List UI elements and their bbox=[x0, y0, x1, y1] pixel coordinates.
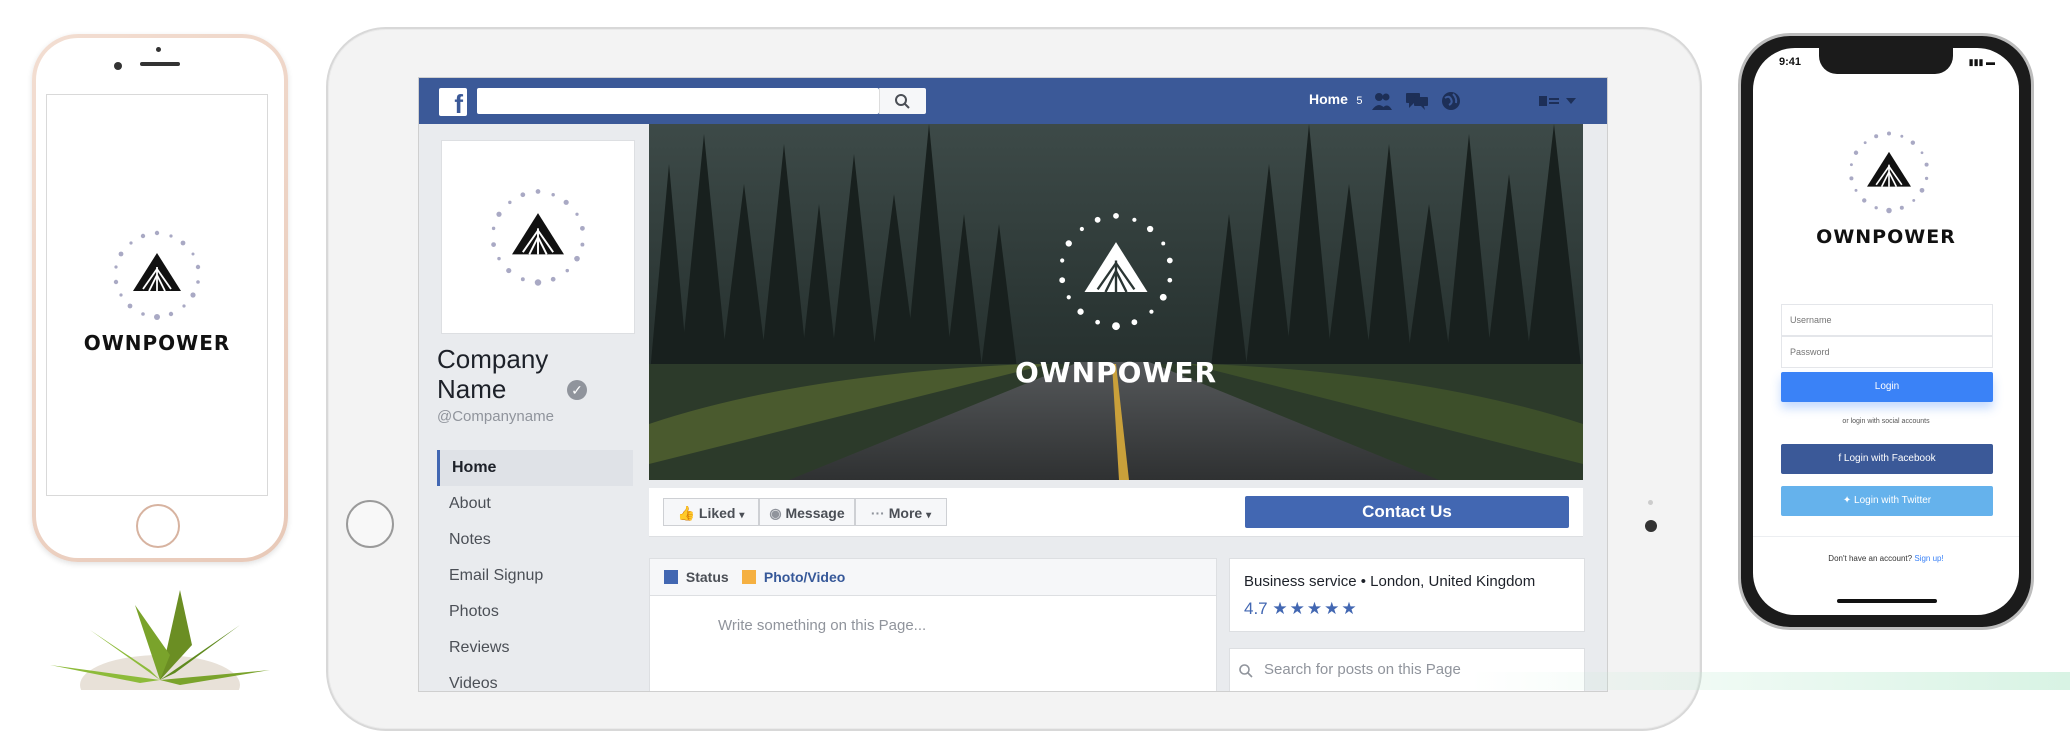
login-with-twitter-button[interactable]: ✦ Login with Twitter bbox=[1781, 486, 1993, 516]
search-icon bbox=[895, 94, 910, 109]
contact-us-button[interactable]: Contact Us bbox=[1245, 496, 1569, 528]
username-field[interactable] bbox=[1781, 304, 1993, 336]
message-button[interactable]: ◉ Message bbox=[759, 498, 855, 526]
sidebar-item-home[interactable]: Home bbox=[437, 450, 633, 486]
divider bbox=[1753, 536, 2019, 537]
notifications-globe-icon[interactable] bbox=[1439, 89, 1463, 113]
category-location-text: Business service • London, United Kingdo… bbox=[1244, 573, 1536, 590]
cover-ownpower-logo-icon bbox=[1059, 212, 1173, 331]
tab-photo-video-label: Photo/Video bbox=[763, 569, 846, 585]
ownpower-logo-icon bbox=[113, 230, 201, 320]
left-phone-device: OWNPOWER bbox=[32, 34, 288, 562]
page-title: Company Name bbox=[437, 344, 549, 404]
left-phone-home-button[interactable] bbox=[136, 504, 180, 548]
composer-tabs: Status Photo/Video bbox=[650, 559, 1216, 596]
signup-prompt-text: Don't have an account? bbox=[1828, 554, 1913, 563]
home-indicator[interactable] bbox=[1837, 599, 1937, 603]
message-label: Message bbox=[785, 505, 845, 521]
post-composer: Status Photo/Video Write something on th… bbox=[649, 558, 1217, 691]
more-dots-icon: ··· bbox=[870, 505, 885, 521]
tablet-home-button[interactable] bbox=[346, 500, 394, 548]
more-button[interactable]: ··· More ▾ bbox=[855, 498, 947, 526]
search-icon bbox=[1239, 664, 1253, 678]
search-posts-placeholder: Search for posts on this Page bbox=[1264, 661, 1461, 678]
liked-button[interactable]: 👍 Liked ▾ bbox=[663, 498, 759, 526]
search-button[interactable] bbox=[879, 88, 926, 114]
page-handle[interactable]: @Companyname bbox=[437, 408, 554, 425]
facebook-page-screen: f Home 5 Company Name ✓ @Companyname Hom… bbox=[418, 77, 1608, 692]
sidebar-item-reviews[interactable]: Reviews bbox=[437, 630, 633, 666]
facebook-top-bar: f Home 5 bbox=[419, 78, 1607, 124]
rating-value: 4.7 bbox=[1244, 599, 1268, 618]
left-phone-speaker bbox=[140, 62, 180, 66]
top-nav-home-count: 5 bbox=[1356, 95, 1363, 107]
messages-icon[interactable] bbox=[1405, 90, 1429, 112]
chevron-down-icon: ▾ bbox=[926, 510, 932, 521]
login-with-facebook-label: Login with Facebook bbox=[1843, 453, 1936, 464]
ownpower-logo-icon bbox=[1849, 131, 1929, 214]
left-phone-screen: OWNPOWER bbox=[46, 94, 268, 496]
right-phone-screen: 9:41 ▮▮▮ ▬ OWNPOWER Login or login with … bbox=[1753, 48, 2019, 615]
sidebar-item-email-signup[interactable]: Email Signup bbox=[437, 558, 633, 594]
left-phone-camera bbox=[114, 62, 122, 70]
sidebar-item-notes[interactable]: Notes bbox=[437, 522, 633, 558]
more-label: More bbox=[888, 505, 923, 521]
cover-photo[interactable]: OWNPOWER bbox=[649, 124, 1583, 480]
friend-requests-icon[interactable] bbox=[1371, 90, 1393, 112]
ownpower-logo-icon bbox=[491, 189, 585, 286]
left-phone-brand-text: OWNPOWER bbox=[83, 331, 231, 355]
sidebar-item-photos[interactable]: Photos bbox=[437, 594, 633, 630]
rating[interactable]: 4.7 ★★★★★ bbox=[1244, 599, 1359, 619]
pencil-icon bbox=[664, 570, 678, 584]
left-phone-sensor bbox=[156, 47, 161, 52]
right-phone-device: 9:41 ▮▮▮ ▬ OWNPOWER Login or login with … bbox=[1738, 33, 2034, 630]
account-menu-chevron-down-icon[interactable] bbox=[1539, 93, 1579, 109]
status-time: 9:41 bbox=[1779, 56, 1802, 68]
plant-decoration-image bbox=[50, 590, 270, 690]
password-field[interactable] bbox=[1781, 336, 1993, 368]
page-info-card: Business service • London, United Kingdo… bbox=[1229, 558, 1585, 632]
tablet-sensor bbox=[1648, 500, 1653, 505]
status-battery-icon: ▮▮▮ ▬ bbox=[1968, 57, 1995, 67]
like-thumb-icon: 👍 bbox=[677, 505, 696, 521]
sidebar-item-videos[interactable]: Videos bbox=[437, 666, 633, 691]
login-button[interactable]: Login bbox=[1781, 372, 1993, 402]
login-with-facebook-button[interactable]: f Login with Facebook bbox=[1781, 444, 1993, 474]
phone-notch bbox=[1819, 48, 1953, 74]
page-action-bar: 👍 Liked ▾ ◉ Message ··· More ▾ Contact U… bbox=[649, 488, 1583, 537]
messenger-icon: ◉ bbox=[769, 505, 782, 521]
twitter-icon: ✦ bbox=[1842, 495, 1855, 506]
signup-link[interactable]: Sign up! bbox=[1914, 554, 1943, 563]
right-phone-brand-text: OWNPOWER bbox=[1816, 226, 1956, 248]
tab-status-label: Status bbox=[685, 569, 729, 585]
top-nav-home-link[interactable]: Home 5 bbox=[1309, 91, 1362, 109]
social-login-note: or login with social accounts bbox=[1842, 418, 1930, 425]
tab-status[interactable]: Status bbox=[664, 559, 729, 595]
cover-brand-text: OWNPOWER bbox=[1014, 356, 1218, 389]
facebook-search-input[interactable] bbox=[477, 88, 879, 114]
chevron-down-icon: ▾ bbox=[739, 510, 745, 521]
liked-label: Liked bbox=[698, 505, 736, 521]
tab-photo-video[interactable]: Photo/Video bbox=[742, 559, 845, 595]
verified-badge-icon: ✓ bbox=[567, 380, 587, 400]
composer-input[interactable]: Write something on this Page... bbox=[718, 617, 926, 634]
tablet-camera bbox=[1645, 520, 1657, 532]
profile-picture[interactable] bbox=[441, 140, 635, 334]
facebook-logo-icon[interactable]: f bbox=[439, 88, 467, 119]
sidebar-item-about[interactable]: About bbox=[437, 486, 633, 522]
top-nav-home-label: Home bbox=[1309, 91, 1348, 107]
star-rating-icon: ★★★★★ bbox=[1272, 599, 1359, 618]
photo-icon bbox=[742, 570, 756, 584]
signup-prompt: Don't have an account? Sign up! bbox=[1753, 554, 2019, 563]
bottom-gradient-decoration bbox=[1470, 672, 2070, 690]
login-with-twitter-label: Login with Twitter bbox=[1854, 495, 1932, 506]
